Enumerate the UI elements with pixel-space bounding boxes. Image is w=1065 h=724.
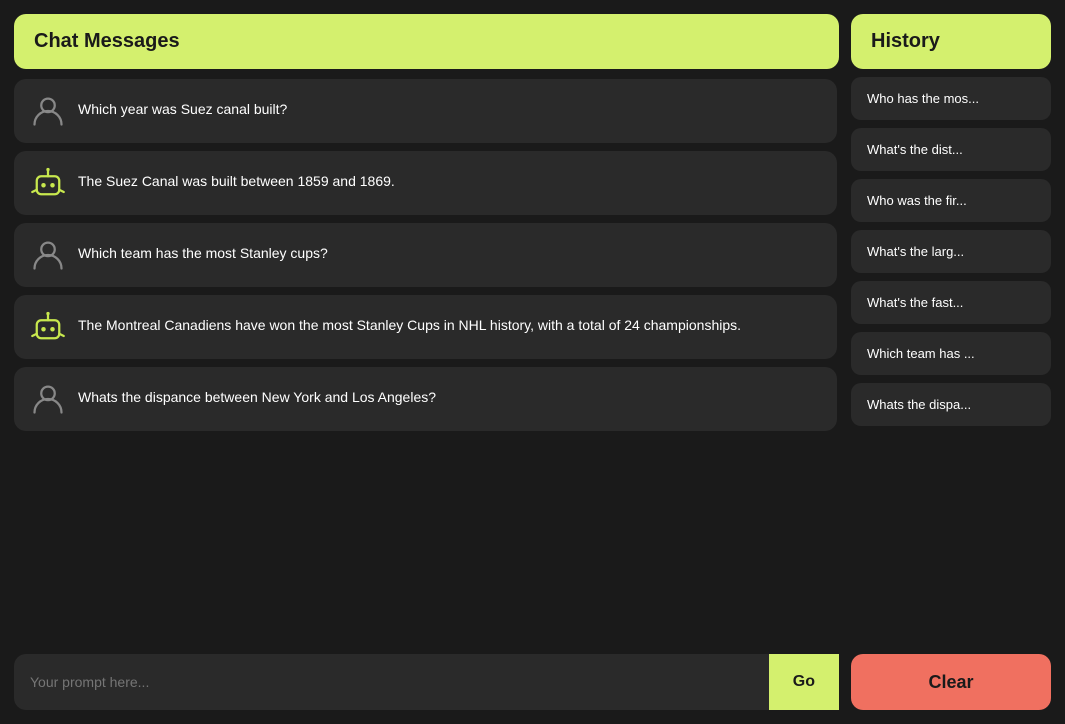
history-item[interactable]: What's the fast... [851,281,1051,324]
message-row: The Suez Canal was built between 1859 an… [14,151,837,215]
message-text: The Suez Canal was built between 1859 an… [78,165,821,192]
chat-header-title: Chat Messages [34,30,180,52]
bot-avatar-icon [30,309,66,345]
message-row: Which year was Suez canal built? [14,79,837,143]
history-header-title: History [871,30,940,52]
user-avatar-icon [30,381,66,417]
history-item[interactable]: What's the dist... [851,128,1051,171]
history-item[interactable]: Who has the mos... [851,77,1051,120]
chat-panel: Chat Messages Which year was Suez canal … [14,14,839,710]
message-text: Which team has the most Stanley cups? [78,237,821,264]
history-panel: History Who has the mos... What's the dis… [851,14,1051,710]
main-container: Chat Messages Which year was Suez canal … [14,14,1051,710]
history-items-list: Who has the mos... What's the dist... Who … [851,77,1051,646]
chat-header: Chat Messages [14,14,839,69]
history-item[interactable]: Which team has ... [851,332,1051,375]
message-row: Whats the dispance between New York and … [14,367,837,431]
prompt-input[interactable] [14,654,769,710]
user-avatar-icon [30,93,66,129]
chat-messages: Which year was Suez canal built? The Sue… [14,79,839,644]
history-item[interactable]: Who was the fir... [851,179,1051,222]
message-row: Which team has the most Stanley cups? [14,223,837,287]
history-header: History [851,14,1051,69]
message-text: Whats the dispance between New York and … [78,381,821,408]
message-text: The Montreal Canadiens have won the most… [78,309,821,336]
bot-avatar-icon [30,165,66,201]
clear-button[interactable]: Clear [851,654,1051,710]
history-item[interactable]: Whats the dispa... [851,383,1051,426]
message-row: The Montreal Canadiens have won the most… [14,295,837,359]
history-item[interactable]: What's the larg... [851,230,1051,273]
go-button[interactable]: Go [769,654,839,710]
chat-input-area: Go [14,654,839,710]
message-text: Which year was Suez canal built? [78,93,821,120]
user-avatar-icon [30,237,66,273]
